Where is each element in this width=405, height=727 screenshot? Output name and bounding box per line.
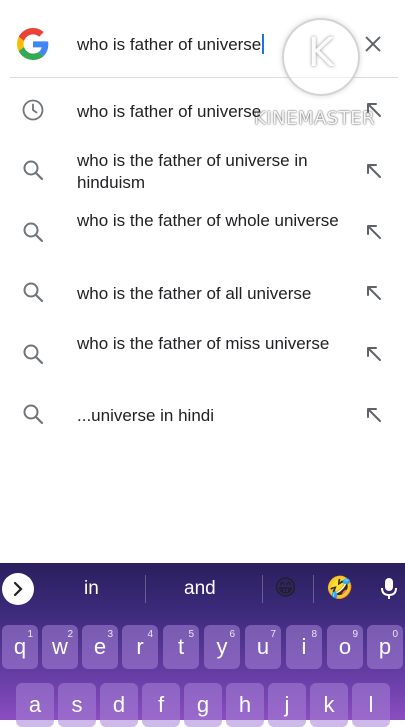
microphone-icon[interactable] [380, 577, 398, 601]
key-hint: 9 [352, 629, 358, 640]
fill-query-arrow-icon[interactable] [364, 405, 384, 425]
key-hint: 8 [311, 629, 317, 640]
suggestion-text: who is father of universe [77, 102, 262, 121]
key-label: y [216, 634, 228, 659]
search-icon [23, 160, 44, 181]
suggestion-row[interactable]: who is the father of all universe [0, 272, 405, 312]
key-g[interactable]: g [184, 683, 222, 727]
key-h[interactable]: h [226, 683, 264, 727]
close-icon[interactable] [362, 33, 384, 55]
suggestion-text: who is the father of all universe [77, 284, 312, 303]
suggestion-row[interactable]: who is the father of whole universe [0, 210, 405, 260]
suggestion-text: who is the father of miss universe [77, 334, 330, 353]
keyboard-word-suggestion[interactable]: and [184, 578, 216, 600]
search-icon [23, 404, 44, 425]
key-hint: 5 [188, 629, 194, 640]
key-label: i [301, 634, 307, 659]
search-icon [23, 344, 44, 365]
key-r[interactable]: r4 [122, 625, 158, 669]
key-hint: 7 [270, 629, 276, 640]
suggestion-separator [313, 575, 314, 603]
key-label: r [136, 634, 144, 659]
key-k[interactable]: k [310, 683, 348, 727]
suggestion-text: who is the father of universe in hinduis… [77, 151, 308, 192]
suggestion-text: who is the father of whole universe [77, 211, 339, 230]
google-g-logo [17, 28, 49, 60]
text-cursor [262, 34, 265, 54]
suggestion-separator [145, 575, 146, 603]
keyboard-word-suggestion[interactable]: in [84, 578, 99, 600]
key-o[interactable]: o9 [327, 625, 363, 669]
key-label: q [13, 634, 27, 659]
key-y[interactable]: y6 [204, 625, 240, 669]
emoji-suggestion-grin[interactable]: 😁 [274, 575, 297, 601]
key-label: o [338, 634, 352, 659]
key-w[interactable]: w2 [42, 625, 78, 669]
kinemaster-logo-letter: K [307, 30, 335, 76]
key-p[interactable]: p0 [367, 625, 403, 669]
search-input[interactable]: who is father of universe [77, 34, 265, 55]
key-i[interactable]: i8 [286, 625, 322, 669]
key-label: w [52, 634, 68, 659]
key-label: u [256, 634, 270, 659]
key-a[interactable]: a [16, 683, 54, 727]
fill-query-arrow-icon[interactable] [364, 100, 384, 120]
key-u[interactable]: u7 [245, 625, 281, 669]
key-hint: 2 [67, 629, 73, 640]
fill-query-arrow-icon[interactable] [364, 161, 384, 181]
kinemaster-logo: K [282, 18, 360, 96]
key-hint: 3 [107, 629, 113, 640]
key-l[interactable]: l [352, 683, 390, 727]
key-hint: 0 [392, 629, 398, 640]
suggestion-separator [262, 575, 263, 603]
emoji-suggestion-rofl[interactable]: 🤣 [326, 575, 353, 601]
search-query-text: who is father of universe [77, 35, 262, 54]
key-j[interactable]: j [268, 683, 306, 727]
suggestion-row[interactable]: who is the father of universe in hinduis… [0, 148, 405, 198]
chevron-right-icon [13, 581, 23, 597]
fill-query-arrow-icon[interactable] [364, 222, 384, 242]
search-icon [23, 222, 44, 243]
suggestion-row[interactable]: who is the father of miss universe [0, 332, 405, 382]
keyboard-suggestion-strip: in and 😁 🤣 [0, 563, 405, 613]
key-label: p [378, 634, 392, 659]
key-hint: 4 [147, 629, 153, 640]
suggestion-row[interactable]: ...universe in hindi [0, 395, 405, 435]
key-s[interactable]: s [58, 683, 96, 727]
key-label: e [93, 634, 107, 659]
key-hint: 1 [27, 629, 33, 640]
key-hint: 6 [229, 629, 235, 640]
key-label: t [177, 634, 185, 659]
fill-query-arrow-icon[interactable] [364, 283, 384, 303]
fill-query-arrow-icon[interactable] [364, 344, 384, 364]
search-icon [23, 282, 44, 303]
key-e[interactable]: e3 [82, 625, 118, 669]
history-icon [22, 99, 44, 121]
keyboard-expand-button[interactable] [2, 573, 34, 605]
key-d[interactable]: d [100, 683, 138, 727]
key-t[interactable]: t5 [163, 625, 199, 669]
key-q[interactable]: q1 [2, 625, 38, 669]
suggestion-text: ...universe in hindi [77, 406, 215, 425]
suggestion-row[interactable]: who is father of universe [0, 90, 405, 130]
keyboard: in and 😁 🤣 q1 w2 e3 r4 t5 y6 u7 i8 o9 p0… [0, 563, 405, 727]
key-f[interactable]: f [142, 683, 180, 727]
